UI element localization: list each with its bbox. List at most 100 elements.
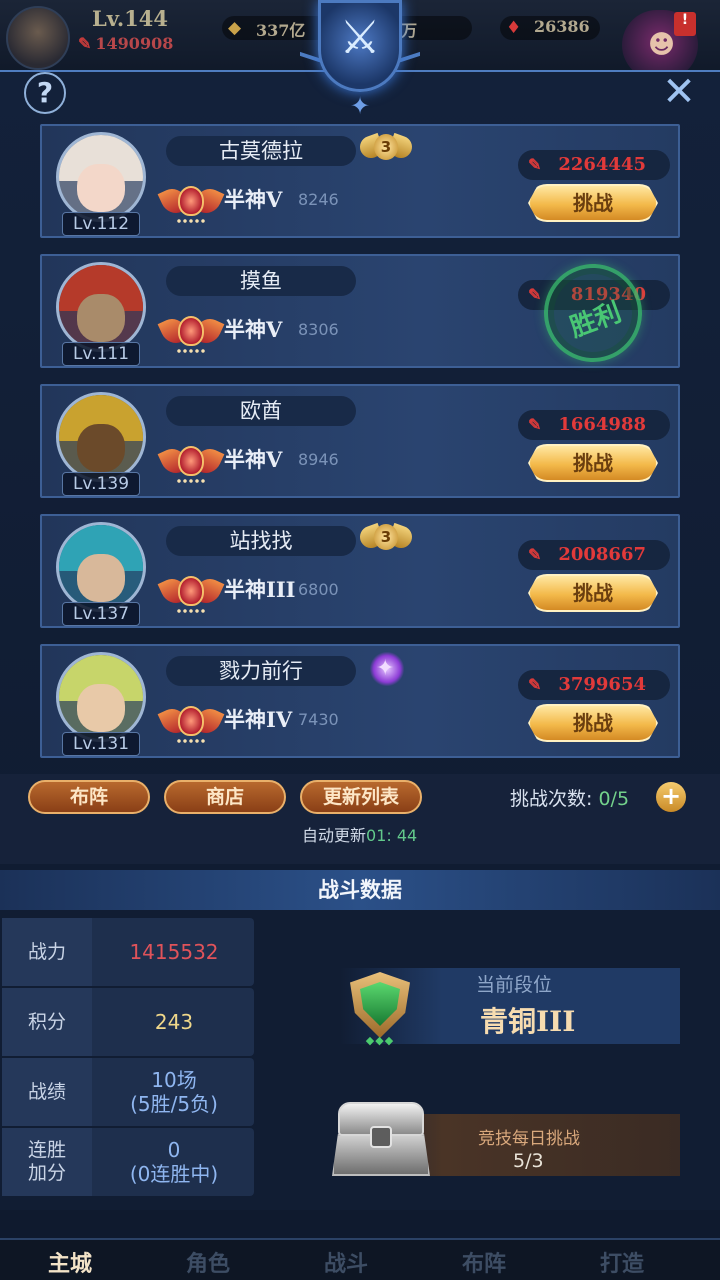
nav-tab[interactable]: 战斗 [296, 1246, 396, 1278]
stat-value: 243 [154, 1010, 194, 1034]
challenge-button[interactable]: 挑战 [528, 444, 658, 482]
stat-row: 连胜 加分 0 (0连胜中) [2, 1128, 254, 1196]
opponent-score: 6800 [298, 580, 339, 599]
challenge-count-label: 挑战次数: [510, 788, 593, 810]
power-icon: ✎ [528, 415, 542, 434]
stat-label: 积分 [2, 988, 92, 1056]
challenge-button[interactable]: 挑战 [528, 704, 658, 742]
current-rank-label: 当前段位 [476, 974, 553, 996]
player-power: ✎ 1490908 [78, 34, 173, 53]
opponent-card: Lv.139 欧酋 半神V 8946 ✎ 1664988 挑战 [40, 384, 680, 498]
opponent-level: Lv.111 [62, 342, 140, 366]
refresh-list-button[interactable]: 更新列表 [300, 780, 422, 814]
daily-challenge-label: 竞技每日挑战 [478, 1129, 580, 1149]
shop-button[interactable]: 商店 [164, 780, 286, 814]
opponent-card: Lv.131 戮力前行 ✦ 半神IV 7430 ✎ 3799654 挑战 [40, 644, 680, 758]
victory-stamp-text: 胜利 [566, 297, 626, 344]
stat-value-box: 0 (0连胜中) [94, 1128, 254, 1196]
gem-counter[interactable]: ♦ 26386 [500, 16, 600, 40]
demigod-rank-icon [157, 182, 225, 226]
stat-value: 0 [167, 1138, 181, 1162]
gem-icon: ♦ [506, 18, 522, 38]
medal-number: 3 [374, 524, 398, 550]
player-avatar[interactable] [6, 6, 70, 70]
opponent-name: 站找找 [166, 526, 356, 556]
challenge-count: 挑战次数: 0/5 [510, 784, 629, 811]
opponent-power-value: 3799654 [558, 674, 646, 695]
player-power-value: 1490908 [95, 34, 174, 53]
opponent-level: Lv.131 [62, 732, 140, 756]
opponent-rank: 半神III [224, 577, 296, 602]
opponent-rank: 半神IV [224, 707, 293, 732]
auto-refresh-label: 自动更新 [302, 826, 367, 845]
power-icon: ✎ [528, 675, 542, 694]
opponent-avatar[interactable] [56, 652, 146, 742]
opponent-card: Lv.137 站找找 3 半神III 6800 ✎ 2008667 挑战 [40, 514, 680, 628]
stat-label: 战绩 [2, 1058, 92, 1126]
opponent-card: Lv.112 古莫德拉 3 半神V 8246 ✎ 2264445 挑战 [40, 124, 680, 238]
demigod-rank-icon [157, 442, 225, 486]
stat-label: 战力 [2, 918, 92, 986]
opponent-power-value: 2008667 [558, 544, 646, 565]
opponent-score: 7430 [298, 710, 339, 729]
bottom-nav: 主城 角色 战斗 布阵 打造 [0, 1238, 720, 1280]
notice-badge: ! [674, 12, 696, 36]
opponent-power-value: 2264445 [558, 154, 646, 175]
opponent-name: 欧酋 [166, 396, 356, 426]
opponent-power: ✎ 1664988 [518, 410, 670, 440]
gold-value: 337亿 [256, 21, 306, 40]
challenge-button[interactable]: 挑战 [528, 184, 658, 222]
help-button[interactable]: ? [24, 72, 66, 114]
action-bar: 布阵 商店 更新列表 挑战次数: 0/5 + 自动更新01: 44 [0, 774, 720, 864]
power-icon: ✎ [528, 545, 542, 564]
arena-emblem: ⚔ ✦ [300, 0, 420, 126]
bronze-rank-icon: ◆◆◆ [344, 972, 416, 1047]
add-challenges-button[interactable]: + [656, 782, 686, 812]
gem-value: 26386 [534, 17, 590, 36]
opponent-name: 戮力前行 [166, 656, 356, 686]
nav-tab[interactable]: 主城 [20, 1242, 120, 1280]
current-rank-value: 青铜III [480, 1005, 576, 1038]
stat-sub: (0连胜中) [129, 1162, 219, 1186]
nav-tab[interactable]: 角色 [158, 1246, 258, 1278]
gold-medal-icon: 3 [356, 520, 416, 560]
opponent-name: 摸鱼 [166, 266, 356, 296]
demigod-rank-icon [157, 702, 225, 746]
opponent-score: 8246 [298, 190, 339, 209]
stat-value: 10场 [151, 1068, 197, 1092]
auto-refresh: 自动更新01: 44 [302, 822, 417, 846]
opponent-card: Lv.111 摸鱼 半神V 8306 ✎ 819340 胜利 [40, 250, 680, 376]
opponent-avatar[interactable] [56, 522, 146, 612]
gold-medal-icon: 3 [356, 130, 416, 170]
opponent-power: ✎ 2264445 [518, 150, 670, 180]
challenge-count-value: 0/5 [598, 788, 630, 810]
player-level: Lv.144 [92, 6, 169, 31]
opponent-power-value: 1664988 [558, 414, 646, 435]
treasure-chest-icon[interactable] [332, 1102, 430, 1178]
stat-sub: (5胜/5负) [130, 1092, 218, 1116]
opponent-level: Lv.112 [62, 212, 140, 236]
nav-tab[interactable]: 布阵 [434, 1246, 534, 1278]
gold-icon: ◆ [228, 18, 242, 38]
opponent-power: ✎ 2008667 [518, 540, 670, 570]
opponent-level: Lv.139 [62, 472, 140, 496]
opponent-avatar[interactable] [56, 132, 146, 222]
battle-data-title: 战斗数据 [0, 870, 720, 910]
purple-medal-icon: ✦ [360, 650, 412, 690]
lineup-button[interactable]: 布阵 [28, 780, 150, 814]
nav-tab[interactable]: 打造 [572, 1246, 672, 1278]
stat-row: 战绩 10场 (5胜/5负) [2, 1058, 254, 1126]
medal-number: 3 [374, 134, 398, 160]
opponent-avatar[interactable] [56, 392, 146, 482]
challenge-button[interactable]: 挑战 [528, 574, 658, 612]
opponent-avatar[interactable] [56, 262, 146, 352]
opponent-rank: 半神V [224, 317, 283, 342]
close-button[interactable]: ✕ [656, 70, 702, 116]
daily-challenge-value: 5/3 [513, 1150, 544, 1172]
opponent-name: 古莫德拉 [166, 136, 356, 166]
stat-value-box: 243 [94, 988, 254, 1056]
opponent-level: Lv.137 [62, 602, 140, 626]
opponent-score: 8306 [298, 320, 339, 339]
power-icon: ✎ [528, 285, 542, 304]
stat-row: 战力 1415532 [2, 918, 254, 986]
